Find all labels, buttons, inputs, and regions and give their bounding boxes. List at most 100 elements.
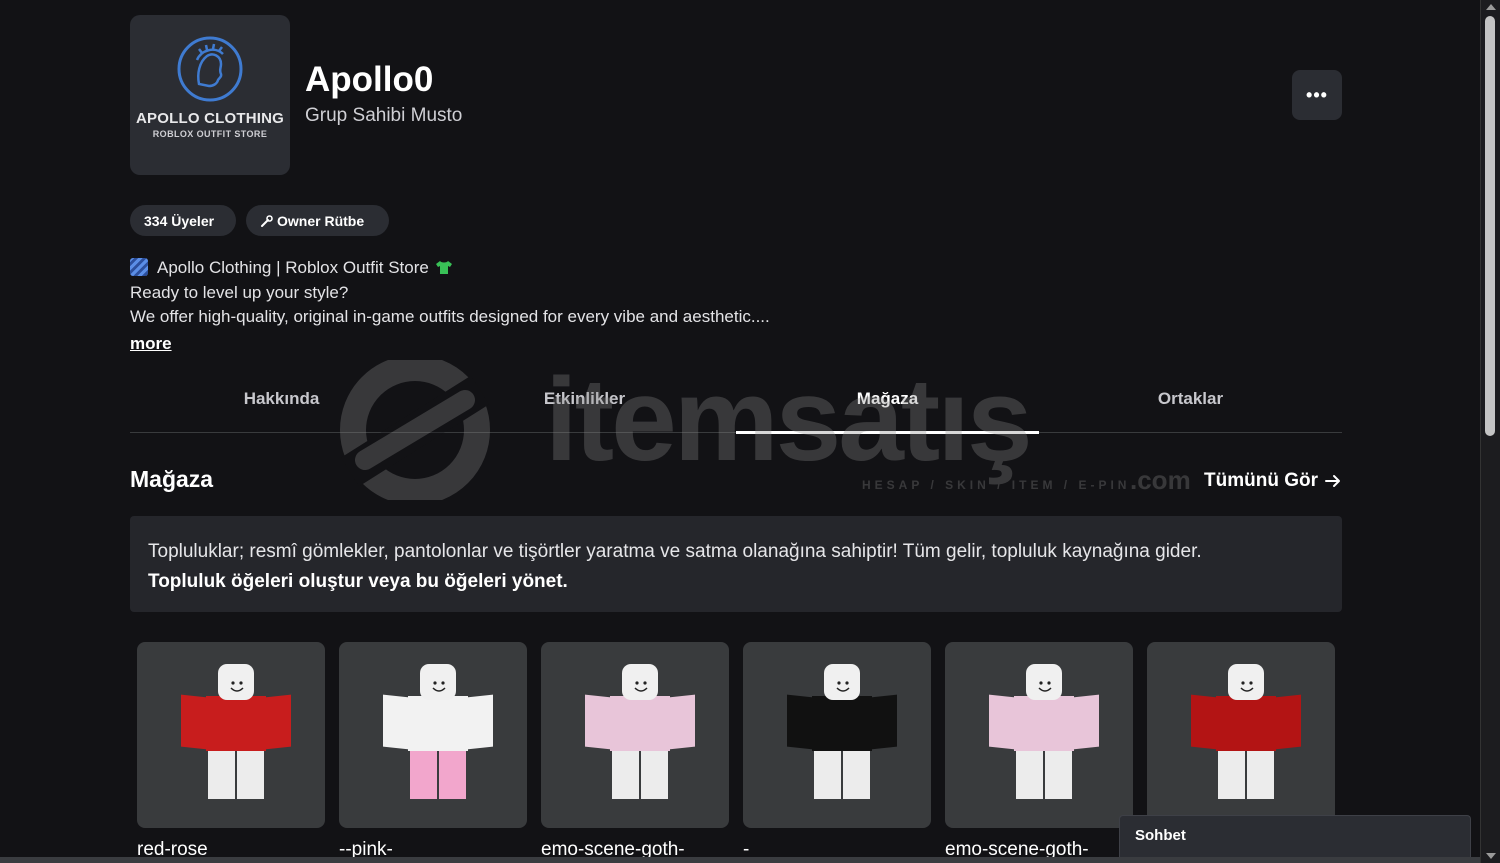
shirt-icon: [435, 261, 452, 274]
smile-face-icon: [1038, 681, 1052, 692]
see-all-link[interactable]: Tümünü Gör: [1204, 470, 1342, 492]
store-info-box: Topluluklar; resmî gömlekler, pantolonla…: [130, 516, 1342, 612]
smile-face-icon: [634, 681, 648, 692]
watermark-tld: .com: [1130, 465, 1191, 495]
avatar-right-leg: [439, 751, 466, 799]
tab-about[interactable]: Hakkında: [130, 378, 433, 433]
avatar-preview: [585, 664, 695, 799]
item-thumbnail[interactable]: [945, 642, 1133, 828]
avatar-left-arm: [181, 694, 207, 750]
avatar-head: [824, 664, 860, 700]
bottom-edge: [0, 857, 1480, 863]
group-description: Apollo Clothing | Roblox Outfit Store Re…: [130, 256, 770, 330]
avatar-right-leg: [237, 751, 264, 799]
avatar-right-leg: [1045, 751, 1072, 799]
avatar-left-leg: [612, 751, 639, 799]
avatar-head: [622, 664, 658, 700]
members-count-label: 334 Üyeler: [144, 212, 215, 229]
group-logo[interactable]: APOLLO CLOTHING ROBLOX OUTFIT STORE: [130, 15, 290, 175]
description-title: Apollo Clothing | Roblox Outfit Store: [157, 258, 429, 277]
avatar-torso: [1014, 696, 1074, 751]
avatar-left-arm: [1191, 694, 1217, 750]
owner-prefix: Grup Sahibi: [305, 105, 406, 126]
logo-subtitle: ROBLOX OUTFIT STORE: [152, 128, 268, 139]
store-section-title: Mağaza: [130, 466, 214, 492]
smile-face-icon: [230, 681, 244, 692]
group-tabs: Hakkında Etkinlikler Mağaza Ortaklar: [130, 378, 1342, 434]
item-thumbnail[interactable]: [137, 642, 325, 828]
store-item[interactable]: [1147, 642, 1335, 828]
group-name: Apollo0: [305, 60, 434, 99]
avatar-right-arm: [871, 694, 897, 750]
smile-face-icon: [432, 681, 446, 692]
store-item[interactable]: -: [743, 642, 931, 860]
avatar-preview: [989, 664, 1099, 799]
description-line-1: Apollo Clothing | Roblox Outfit Store: [130, 256, 770, 281]
tab-store[interactable]: Mağaza: [736, 378, 1039, 434]
avatar-head: [1026, 664, 1062, 700]
chat-bar[interactable]: Sohbet: [1119, 815, 1471, 863]
store-info-text: Topluluklar; resmî gömlekler, pantolonla…: [148, 541, 1202, 562]
avatar-preview: [787, 664, 897, 799]
store-item[interactable]: emo-scene-goth-: [945, 642, 1133, 860]
avatar-right-leg: [641, 751, 668, 799]
arrow-right-icon: [1325, 475, 1340, 487]
chat-label: Sohbet: [1135, 827, 1186, 844]
scroll-up-arrow-icon[interactable]: [1486, 4, 1496, 10]
owner-name-link[interactable]: Musto: [411, 105, 463, 126]
avatar-right-arm: [467, 694, 493, 750]
more-options-button[interactable]: •••: [1292, 70, 1342, 120]
description-more-link[interactable]: more: [130, 334, 172, 354]
avatar-right-arm: [1073, 694, 1099, 750]
tab-affiliates[interactable]: Ortaklar: [1039, 378, 1342, 433]
see-all-label: Tümünü Gör: [1204, 470, 1318, 491]
smile-face-icon: [836, 681, 850, 692]
avatar-preview: [181, 664, 291, 799]
scroll-down-arrow-icon[interactable]: [1486, 853, 1496, 859]
create-items-link[interactable]: Topluluk öğeleri oluştur veya bu öğeleri…: [148, 567, 1324, 597]
avatar-left-arm: [989, 694, 1015, 750]
avatar-torso: [408, 696, 468, 751]
avatar-right-arm: [1275, 694, 1301, 750]
avatar-head: [1228, 664, 1264, 700]
members-count-pill[interactable]: 334 Üyeler: [130, 205, 236, 236]
avatar-left-leg: [1218, 751, 1245, 799]
avatar-left-leg: [410, 751, 437, 799]
avatar-left-leg: [814, 751, 841, 799]
item-thumbnail[interactable]: [541, 642, 729, 828]
smile-face-icon: [1240, 681, 1254, 692]
avatar-left-leg: [208, 751, 235, 799]
avatar-torso: [206, 696, 266, 751]
avatar-preview: [383, 664, 493, 799]
watermark-tagline: HESAP / SKIN / ITEM / E-PIN: [862, 478, 1131, 492]
tab-events[interactable]: Etkinlikler: [433, 378, 736, 433]
scrollbar-thumb[interactable]: [1485, 16, 1495, 436]
item-thumbnail[interactable]: [339, 642, 527, 828]
wrench-icon: [261, 214, 273, 227]
avatar-torso: [812, 696, 872, 751]
avatar-left-leg: [1016, 751, 1043, 799]
store-item[interactable]: emo-scene-goth-: [541, 642, 729, 860]
avatar-right-leg: [1247, 751, 1274, 799]
avatar-right-leg: [843, 751, 870, 799]
stripes-icon: [130, 258, 148, 276]
page-scrollbar[interactable]: [1480, 0, 1500, 863]
avatar-right-arm: [265, 694, 291, 750]
avatar-left-arm: [585, 694, 611, 750]
logo-title: APOLLO CLOTHING: [136, 109, 284, 127]
rank-pill[interactable]: Owner Rütbe: [246, 205, 389, 236]
avatar-left-arm: [383, 694, 409, 750]
group-owner: Grup Sahibi Musto: [305, 105, 462, 127]
avatar-preview: [1191, 664, 1301, 799]
item-thumbnail[interactable]: [743, 642, 931, 828]
store-item[interactable]: --pink-: [339, 642, 527, 860]
item-thumbnail[interactable]: [1147, 642, 1335, 828]
description-line-3: We offer high-quality, original in-game …: [130, 307, 770, 326]
avatar-right-arm: [669, 694, 695, 750]
rank-label: Owner Rütbe: [277, 212, 365, 229]
description-line-2: Ready to level up your style?: [130, 282, 349, 302]
apollo-head-icon: [177, 36, 243, 101]
avatar-head: [218, 664, 254, 700]
avatar-left-arm: [787, 694, 813, 750]
store-item[interactable]: red-rose: [137, 642, 325, 860]
